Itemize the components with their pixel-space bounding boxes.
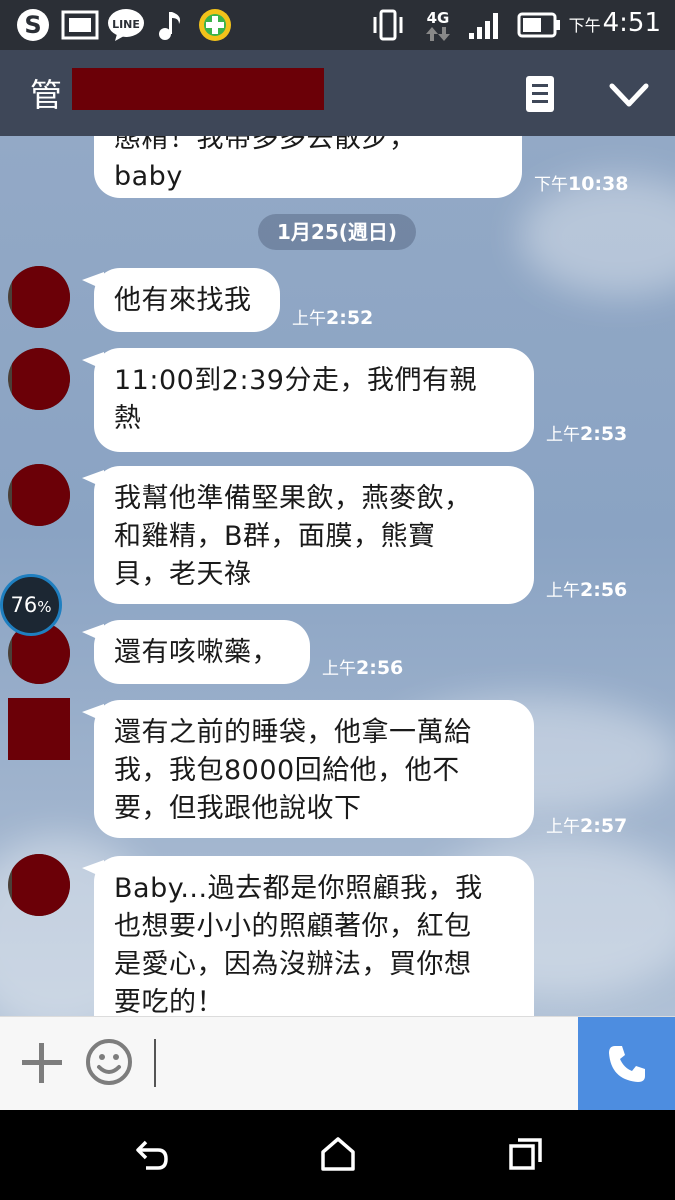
skype-icon: S (14, 6, 52, 44)
message-bubble[interactable]: 我幫他準備堅果飲，燕麥飲， 和雞精，B群，面膜，熊寶 貝，老天祿 (94, 466, 534, 604)
message-time: 上午2:53 (546, 420, 627, 445)
network-indicator: 4G (420, 6, 456, 44)
message-text: 要，但我跟他說收下 (114, 793, 362, 824)
svg-text:S: S (24, 11, 41, 39)
time-value: 2:53 (580, 423, 628, 445)
message-time: 下午10:38 (534, 170, 628, 195)
phone-icon (608, 1046, 645, 1082)
avatar[interactable] (8, 698, 70, 760)
time-prefix: 上午 (322, 659, 356, 679)
time-prefix: 上午 (546, 817, 580, 837)
line-icon: LINE (106, 6, 146, 44)
time-value: 2:57 (580, 815, 628, 837)
message-bubble[interactable]: 還有咳嗽藥， (94, 620, 310, 684)
time-value: 2:56 (356, 657, 404, 679)
time-value: 10:38 (568, 173, 629, 195)
message-text: 他有來找我 (114, 285, 252, 316)
emoji-icon[interactable] (84, 1037, 134, 1087)
message-input[interactable] (162, 1031, 566, 1097)
music-icon (152, 6, 188, 44)
time-prefix: 上午 (292, 309, 326, 329)
status-bar: S LINE 4G 下午4:51 (0, 0, 675, 50)
network-label: 4G (426, 9, 450, 27)
message-time: 上午2:57 (546, 812, 627, 837)
input-bar (0, 1016, 675, 1111)
avatar[interactable] (8, 266, 70, 328)
plus-icon[interactable] (20, 1041, 64, 1085)
text-cursor (154, 1039, 156, 1087)
message-text: 還有之前的睡袋，他拿一萬給 (114, 717, 472, 748)
battery-widget-unit: % (37, 598, 52, 616)
avatar-redaction (12, 854, 70, 916)
time-value: 2:56 (580, 579, 628, 601)
message-text: 是愛心，因為沒辦法，買你想 (114, 949, 472, 980)
message-time: 上午2:56 (322, 654, 403, 679)
message-text: 我，我包8000回給他，他不 (114, 755, 460, 786)
chevron-down-icon[interactable] (606, 78, 652, 112)
redacted-name-block (72, 68, 324, 110)
avatar[interactable] (8, 464, 70, 526)
chat-title[interactable]: 管 (30, 70, 62, 116)
message-bubble[interactable]: 還有之前的睡袋，他拿一萬給 我，我包8000回給他，他不 要，但我跟他說收下 (94, 700, 534, 838)
time-prefix: 上午 (546, 425, 580, 445)
message-text: 11:00到2:39分走，我們有親 (114, 365, 477, 396)
message-text: 我幫他準備堅果飲，燕麥飲， (114, 483, 472, 514)
battery-icon (516, 6, 562, 44)
message-bubble[interactable]: 11:00到2:39分走，我們有親 熱 (94, 348, 534, 452)
avatar[interactable] (8, 854, 70, 916)
chat-header: 管 (0, 50, 675, 136)
message-text: 熱 (114, 403, 142, 434)
time-prefix: 上午 (546, 581, 580, 601)
avatar-redaction (12, 348, 70, 410)
message-text: 態精！我帶多多去散步， (114, 136, 417, 154)
back-icon[interactable] (132, 1134, 172, 1174)
svg-text:LINE: LINE (112, 18, 140, 31)
clock-time: 4:51 (602, 8, 661, 38)
message-text: 和雞精，B群，面膜，熊寶 (114, 521, 436, 552)
vibrate-icon (370, 6, 406, 44)
plus-app-icon (196, 6, 234, 44)
gallery-icon (60, 6, 100, 44)
recent-apps-icon[interactable] (506, 1134, 546, 1174)
time-value: 2:52 (326, 307, 374, 329)
message-text: 也想要小小的照顧著你，紅包 (114, 911, 472, 942)
message-bubble[interactable]: 他有來找我 (94, 268, 280, 332)
clock-prefix: 下午 (568, 16, 601, 35)
avatar-redaction (12, 266, 70, 328)
message-text: 還有咳嗽藥， (114, 637, 279, 668)
message-time: 上午2:52 (292, 304, 373, 329)
call-button[interactable] (578, 1017, 675, 1111)
clock: 下午4:51 (569, 8, 661, 38)
time-prefix: 下午 (534, 175, 568, 195)
signal-icon (466, 6, 506, 44)
message-text: Baby...過去都是你照顧我，我 (114, 873, 483, 904)
chat-area[interactable]: 態精！我帶多多去散步， baby 下午10:38 1月25(週日) 他有來找我 … (0, 136, 675, 1016)
date-divider: 1月25(週日) (258, 214, 416, 250)
message-text: 要吃的！ (114, 987, 224, 1016)
message-bubble[interactable]: Baby...過去都是你照顧我，我 也想要小小的照顧著你，紅包 是愛心，因為沒辦… (94, 856, 534, 1016)
avatar-redaction (12, 464, 70, 526)
avatar-redaction (8, 698, 70, 760)
message-text: 貝，老天祿 (114, 559, 252, 590)
system-nav-bar (0, 1110, 675, 1200)
menu-icon[interactable] (524, 74, 556, 114)
message-text: baby (114, 161, 183, 192)
message-time: 上午2:56 (546, 576, 627, 601)
battery-widget[interactable]: 76% (0, 574, 62, 636)
battery-widget-value: 76 (10, 593, 38, 617)
message-bubble[interactable]: 態精！我帶多多去散步， baby (94, 136, 522, 198)
home-icon[interactable] (318, 1134, 358, 1174)
avatar[interactable] (8, 348, 70, 410)
